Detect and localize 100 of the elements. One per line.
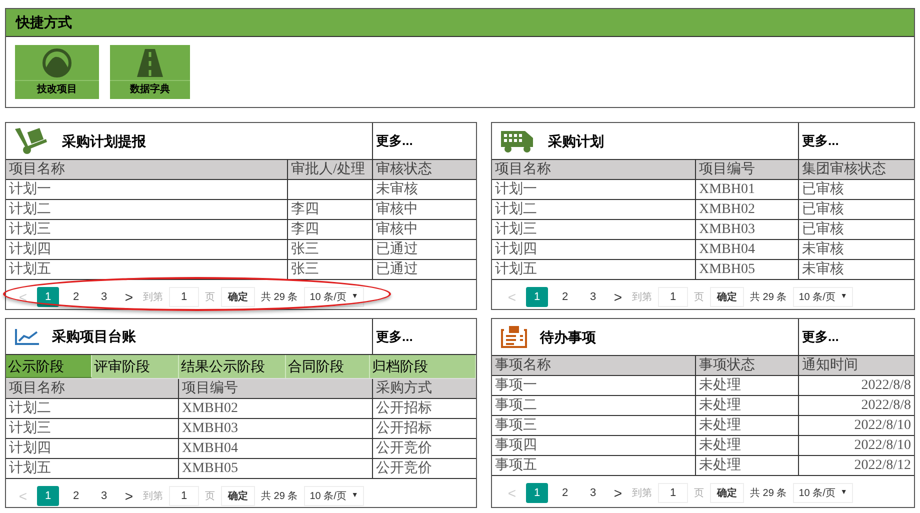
table-cell: 已通过: [376, 262, 418, 277]
page-number-button[interactable]: 3: [582, 287, 604, 307]
page-unit-label: 页: [205, 490, 215, 504]
line-chart-icon: [14, 328, 40, 346]
table-cell: 计划四: [495, 242, 537, 257]
page-unit-label: 页: [694, 486, 704, 500]
table-cell: 计划五: [495, 262, 537, 277]
table-cell: 张三: [291, 242, 319, 257]
panel-title: 采购计划提报: [62, 132, 146, 150]
page-number-button[interactable]: 3: [582, 483, 604, 503]
more-link[interactable]: 更多...: [376, 326, 413, 346]
hand-truck-icon: [14, 127, 50, 155]
panel-title: 待办事项: [540, 328, 596, 346]
total-count: 共 29 条: [261, 490, 298, 504]
table-cell: 2022/8/10: [854, 418, 911, 433]
page-number-button[interactable]: 2: [554, 483, 576, 503]
confirm-button[interactable]: 确定: [221, 486, 255, 506]
table-cell: 事项二: [495, 398, 537, 413]
column-header: 通知时间: [801, 356, 859, 375]
next-page-button[interactable]: >: [610, 482, 626, 504]
table-cell: 公开竞价: [376, 441, 432, 456]
panel-title: 采购项目台账: [52, 327, 136, 346]
stage-tab[interactable]: 结果公示阶段: [179, 355, 286, 378]
more-link[interactable]: 更多...: [802, 327, 839, 347]
truck-icon: [500, 129, 536, 153]
shortcut-tile[interactable]: 数据字典: [110, 45, 190, 99]
page-input[interactable]: 1: [658, 287, 688, 307]
page-input[interactable]: 1: [169, 287, 199, 307]
page-input[interactable]: 1: [658, 483, 688, 503]
table-cell: 公开招标: [376, 421, 432, 436]
stage-tab[interactable]: 公示阶段: [6, 355, 92, 378]
stage-tab[interactable]: 合同阶段: [286, 355, 370, 378]
page-number-button[interactable]: 1: [526, 483, 548, 503]
column-header: 审批人/处理: [288, 160, 373, 179]
page-input[interactable]: 1: [169, 486, 199, 506]
table-cell: 计划四: [9, 242, 51, 257]
stage-tab[interactable]: 评审阶段: [92, 355, 179, 378]
column-header: 项目编号: [179, 379, 373, 398]
page-number-button[interactable]: 3: [93, 287, 115, 307]
total-count: 共 29 条: [750, 290, 787, 304]
confirm-button[interactable]: 确定: [710, 287, 744, 307]
page-number-button[interactable]: 2: [554, 287, 576, 307]
goto-label: 到第: [632, 486, 652, 500]
table-cell: 已通过: [376, 242, 418, 257]
table-cell: 计划一: [495, 182, 537, 197]
table-cell: 事项四: [495, 438, 537, 453]
table-cell: 已审核: [802, 182, 844, 197]
table-cell: XMBH03: [182, 421, 238, 436]
table-cell: 计划五: [9, 262, 51, 277]
next-page-button[interactable]: >: [121, 485, 137, 507]
road-icon: [136, 48, 164, 78]
table-cell: 审核中: [376, 222, 418, 237]
page-unit-label: 页: [205, 290, 215, 304]
table-cell: XMBH05: [699, 262, 756, 277]
page-number-button[interactable]: 2: [65, 486, 87, 506]
table-cell: 2022/8/8: [861, 378, 911, 393]
panel-title: 快捷方式: [16, 13, 72, 32]
page-number-button[interactable]: 1: [37, 486, 59, 506]
column-header: 项目编号: [696, 160, 799, 179]
more-link[interactable]: 更多...: [802, 131, 839, 151]
table-cell: 计划三: [495, 222, 537, 237]
table-cell: 2022/8/12: [854, 458, 911, 473]
page-unit-label: 页: [694, 290, 704, 304]
page-number-button[interactable]: 2: [65, 287, 87, 307]
next-page-button[interactable]: >: [610, 286, 626, 308]
next-page-button[interactable]: >: [121, 286, 137, 308]
table-cell: 事项一: [495, 378, 537, 393]
clipboard-icon: [500, 326, 528, 348]
confirm-button[interactable]: 确定: [710, 483, 744, 503]
stage-tab[interactable]: 归档阶段: [370, 355, 476, 378]
table-cell: 公开竞价: [376, 461, 432, 476]
page-number-button[interactable]: 3: [93, 486, 115, 506]
table-cell: 2022/8/10: [854, 438, 911, 453]
table-cell: XMBH02: [182, 401, 238, 416]
table-cell: 计划一: [9, 182, 51, 197]
table-cell: 2022/8/8: [861, 398, 911, 413]
total-count: 共 29 条: [261, 290, 298, 304]
more-link[interactable]: 更多...: [376, 131, 413, 151]
table-cell: 李四: [291, 202, 319, 217]
column-header: 项目名称: [492, 160, 696, 179]
goto-label: 到第: [632, 290, 652, 304]
table-cell: XMBH02: [699, 202, 756, 217]
table-cell: 李四: [291, 222, 319, 237]
table-cell: 计划二: [9, 202, 51, 217]
table-cell: 事项三: [495, 418, 537, 433]
page-number-button[interactable]: 1: [526, 287, 548, 307]
table-cell: 计划二: [9, 401, 51, 416]
table-cell: XMBH05: [182, 461, 238, 476]
table-cell: 已审核: [802, 222, 844, 237]
page-number-button[interactable]: 1: [37, 287, 59, 307]
shortcut-tile[interactable]: 技改项目: [15, 45, 99, 99]
table-cell: 未审核: [802, 242, 844, 257]
table-cell: 计划三: [9, 222, 51, 237]
table-cell: 公开招标: [376, 401, 432, 416]
confirm-button[interactable]: 确定: [221, 287, 255, 307]
column-header: 审核状态: [375, 160, 433, 179]
table-cell: 未审核: [376, 182, 418, 197]
column-header: 集团审核状态: [801, 160, 887, 179]
table-cell: XMBH04: [182, 441, 238, 456]
table-cell: 已审核: [802, 202, 844, 217]
